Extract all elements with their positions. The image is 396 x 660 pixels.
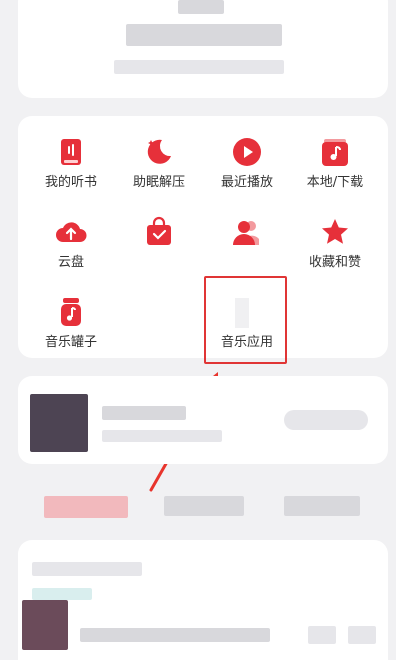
tab-blur-1[interactable] [44, 496, 128, 518]
blurred-title [102, 406, 186, 420]
tab-blur-2[interactable] [164, 496, 244, 516]
blurred-subtitle [102, 430, 222, 442]
blurred-control [308, 626, 336, 644]
tab-blur-3[interactable] [284, 496, 360, 516]
blurred-header [32, 562, 142, 576]
bottom-playlist-card[interactable] [18, 540, 388, 660]
blurred-action [284, 410, 368, 430]
blurred-row [32, 588, 92, 600]
blurred-control [348, 626, 376, 644]
blurred-tabs [0, 486, 396, 526]
blurred-cover [30, 394, 88, 452]
recent-playlist-card[interactable] [18, 376, 388, 464]
blurred-thumb [22, 600, 68, 650]
blurred-line [80, 628, 270, 642]
